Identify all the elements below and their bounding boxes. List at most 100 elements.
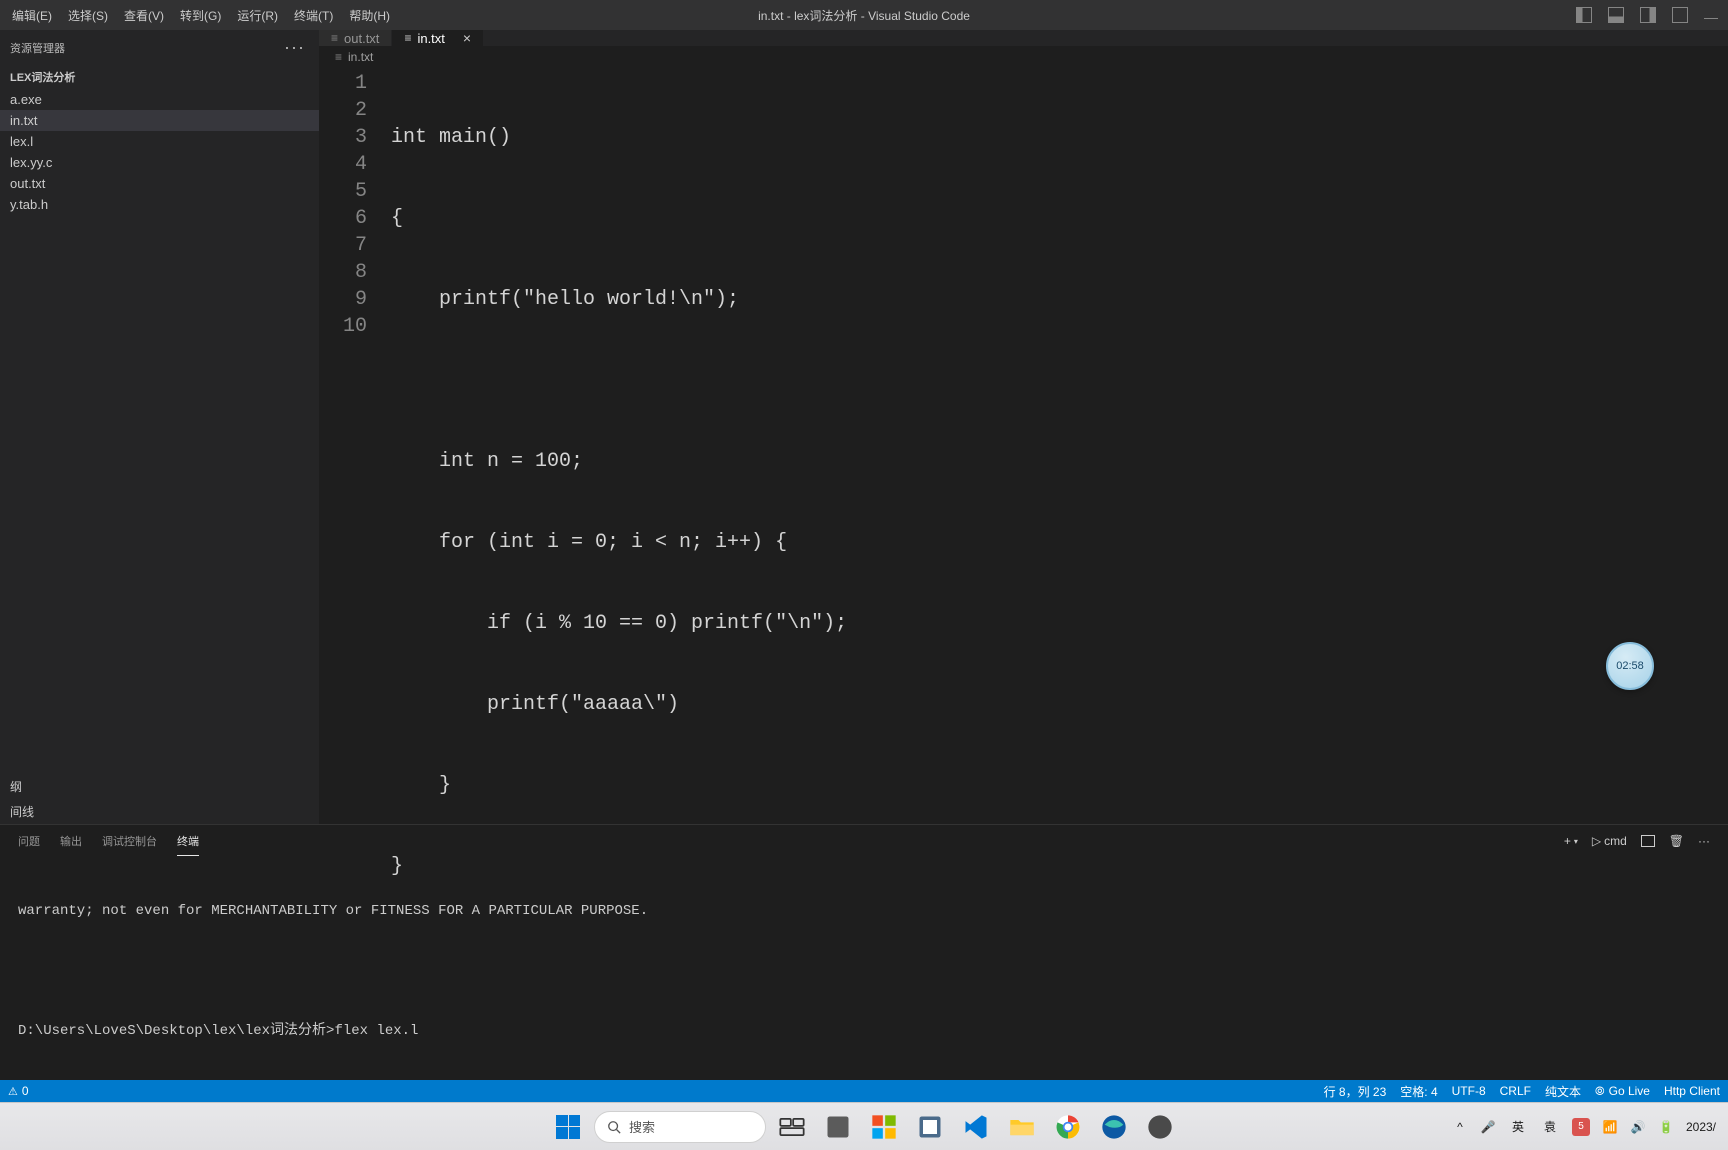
search-placeholder: 搜索 — [629, 1117, 655, 1136]
code-line — [391, 367, 1728, 394]
tab-label: in.txt — [417, 31, 444, 46]
menu-view[interactable]: 查看(V) — [116, 3, 172, 28]
layout-primary-icon[interactable] — [1576, 7, 1592, 23]
menu-help[interactable]: 帮助(H) — [341, 3, 398, 28]
minimize-icon[interactable] — [1704, 11, 1718, 19]
breadcrumb-file: in.txt — [348, 50, 373, 64]
file-list: a.exe in.txt lex.l lex.yy.c out.txt y.ta… — [0, 89, 319, 774]
ime-lang[interactable]: 英 — [1508, 1116, 1528, 1137]
panel-tab-debug[interactable]: 调试控制台 — [102, 827, 157, 856]
status-language[interactable]: 纯文本 — [1545, 1083, 1581, 1100]
tab-in-txt[interactable]: ≡ in.txt × — [392, 30, 484, 46]
volume-icon[interactable]: 🔊 — [1630, 1119, 1646, 1135]
taskbar-edge[interactable] — [1094, 1107, 1134, 1147]
timer-overlay: 02:58 — [1606, 642, 1654, 690]
trash-icon[interactable]: 🗑 — [1669, 834, 1684, 848]
code-line: if (i % 10 == 0) printf("\n"); — [391, 610, 1728, 637]
code-line: for (int i = 0; i < n; i++) { — [391, 529, 1728, 556]
code-line: { — [391, 205, 1728, 232]
split-terminal-icon[interactable] — [1641, 835, 1655, 847]
more-icon[interactable]: ··· — [1698, 834, 1710, 848]
panel-tab-terminal[interactable]: 终端 — [177, 827, 199, 856]
chevron-up-icon[interactable]: ^ — [1452, 1119, 1468, 1135]
status-encoding[interactable]: UTF-8 — [1452, 1084, 1486, 1098]
terminal-name: cmd — [1604, 834, 1627, 848]
taskbar-app-2[interactable] — [864, 1107, 904, 1147]
panel-tab-output[interactable]: 输出 — [60, 827, 82, 856]
panel-tab-problems[interactable]: 问题 — [18, 827, 40, 856]
sidebar-sections: 纲 间线 — [0, 774, 319, 824]
menu-go[interactable]: 转到(G) — [172, 3, 229, 28]
taskbar-app-3[interactable] — [910, 1107, 950, 1147]
file-a-exe[interactable]: a.exe — [0, 89, 319, 110]
editor-area: ≡ out.txt ≡ in.txt × ≡ in.txt 1 2 3 4 5 … — [319, 30, 1728, 824]
app-icon — [824, 1113, 852, 1141]
status-eol[interactable]: CRLF — [1500, 1084, 1531, 1098]
taskbar-app-1[interactable] — [818, 1107, 858, 1147]
text-file-icon: ≡ — [404, 31, 411, 45]
taskbar-vscode[interactable] — [956, 1107, 996, 1147]
text-file-icon: ≡ — [335, 50, 342, 64]
tray-app-icon[interactable]: 5 — [1572, 1118, 1590, 1136]
taskbar-explorer[interactable] — [1002, 1107, 1042, 1147]
tab-out-txt[interactable]: ≡ out.txt — [319, 30, 392, 46]
battery-icon[interactable]: 🔋 — [1658, 1119, 1674, 1135]
project-name[interactable]: LEX词法分析 — [0, 65, 319, 89]
ime-mode[interactable]: 袁 — [1540, 1116, 1560, 1137]
menu-edit[interactable]: 编辑(E) — [4, 3, 60, 28]
line-number: 1 — [319, 70, 367, 97]
status-spaces[interactable]: 空格: 4 — [1400, 1083, 1437, 1100]
timeline-section[interactable]: 间线 — [0, 799, 319, 824]
line-number: 9 — [319, 286, 367, 313]
close-icon[interactable]: × — [463, 30, 471, 46]
status-bar: 0 行 8，列 23 空格: 4 UTF-8 CRLF 纯文本 ⦾Go Live… — [0, 1080, 1728, 1102]
terminal-output[interactable]: warranty; not even for MERCHANTABILITY o… — [0, 857, 1728, 1080]
timer-value: 02:58 — [1616, 660, 1644, 672]
file-y-tab-h[interactable]: y.tab.h — [0, 194, 319, 215]
menu-terminal[interactable]: 终端(T) — [286, 3, 341, 28]
menu-run[interactable]: 运行(R) — [229, 3, 286, 28]
system-tray: ^ 🎤 英 袁 5 📶 🔊 🔋 2023/ — [1452, 1116, 1716, 1137]
term-line: warranty; not even for MERCHANTABILITY o… — [18, 901, 1710, 921]
terminal-icon: ▷ — [1592, 834, 1601, 848]
windows-taskbar: 搜索 ^ 🎤 英 袁 5 — [0, 1102, 1728, 1150]
layout-secondary-icon[interactable] — [1640, 7, 1656, 23]
status-cursor[interactable]: 行 8，列 23 — [1324, 1083, 1387, 1100]
layout-panel-icon[interactable] — [1608, 7, 1624, 23]
terminal-profile[interactable]: ▷ cmd — [1592, 834, 1627, 848]
taskbar-chrome[interactable] — [1048, 1107, 1088, 1147]
mic-icon[interactable]: 🎤 — [1480, 1119, 1496, 1135]
new-terminal-button[interactable]: +▾ — [1564, 834, 1578, 848]
warning-icon — [8, 1084, 18, 1098]
taskbar-app-last[interactable] — [1140, 1107, 1180, 1147]
code-editor[interactable]: 1 2 3 4 5 6 7 8 9 10 int main() { printf… — [319, 68, 1728, 934]
file-in-txt[interactable]: in.txt — [0, 110, 319, 131]
line-number: 10 — [319, 313, 367, 340]
file-lex-l[interactable]: lex.l — [0, 131, 319, 152]
taskbar-search[interactable]: 搜索 — [594, 1111, 766, 1143]
breadcrumb[interactable]: ≡ in.txt — [319, 46, 1728, 68]
wifi-icon[interactable]: 📶 — [1602, 1119, 1618, 1135]
status-http-client[interactable]: Http Client — [1664, 1084, 1720, 1098]
outline-section[interactable]: 纲 — [0, 774, 319, 799]
line-number: 3 — [319, 124, 367, 151]
layout-custom-icon[interactable] — [1672, 7, 1688, 23]
status-warnings[interactable]: 0 — [8, 1084, 29, 1098]
status-golive[interactable]: ⦾Go Live — [1595, 1084, 1650, 1099]
code-content[interactable]: int main() { printf("hello world!\n"); i… — [391, 70, 1728, 934]
task-view-button[interactable] — [772, 1107, 812, 1147]
windows-logo-icon — [556, 1115, 580, 1139]
text-file-icon: ≡ — [331, 31, 338, 45]
edge-icon — [1100, 1113, 1128, 1141]
menu-bar: 编辑(E) 选择(S) 查看(V) 转到(G) 运行(R) 终端(T) 帮助(H… — [0, 3, 398, 28]
line-number: 2 — [319, 97, 367, 124]
taskbar-date[interactable]: 2023/ — [1686, 1120, 1716, 1134]
app-icon — [870, 1113, 898, 1141]
menu-select[interactable]: 选择(S) — [60, 3, 116, 28]
file-lex-yy-c[interactable]: lex.yy.c — [0, 152, 319, 173]
file-out-txt[interactable]: out.txt — [0, 173, 319, 194]
explorer-more-icon[interactable]: ··· — [284, 37, 305, 58]
app-icon — [916, 1113, 944, 1141]
start-button[interactable] — [548, 1107, 588, 1147]
chrome-icon — [1054, 1113, 1082, 1141]
